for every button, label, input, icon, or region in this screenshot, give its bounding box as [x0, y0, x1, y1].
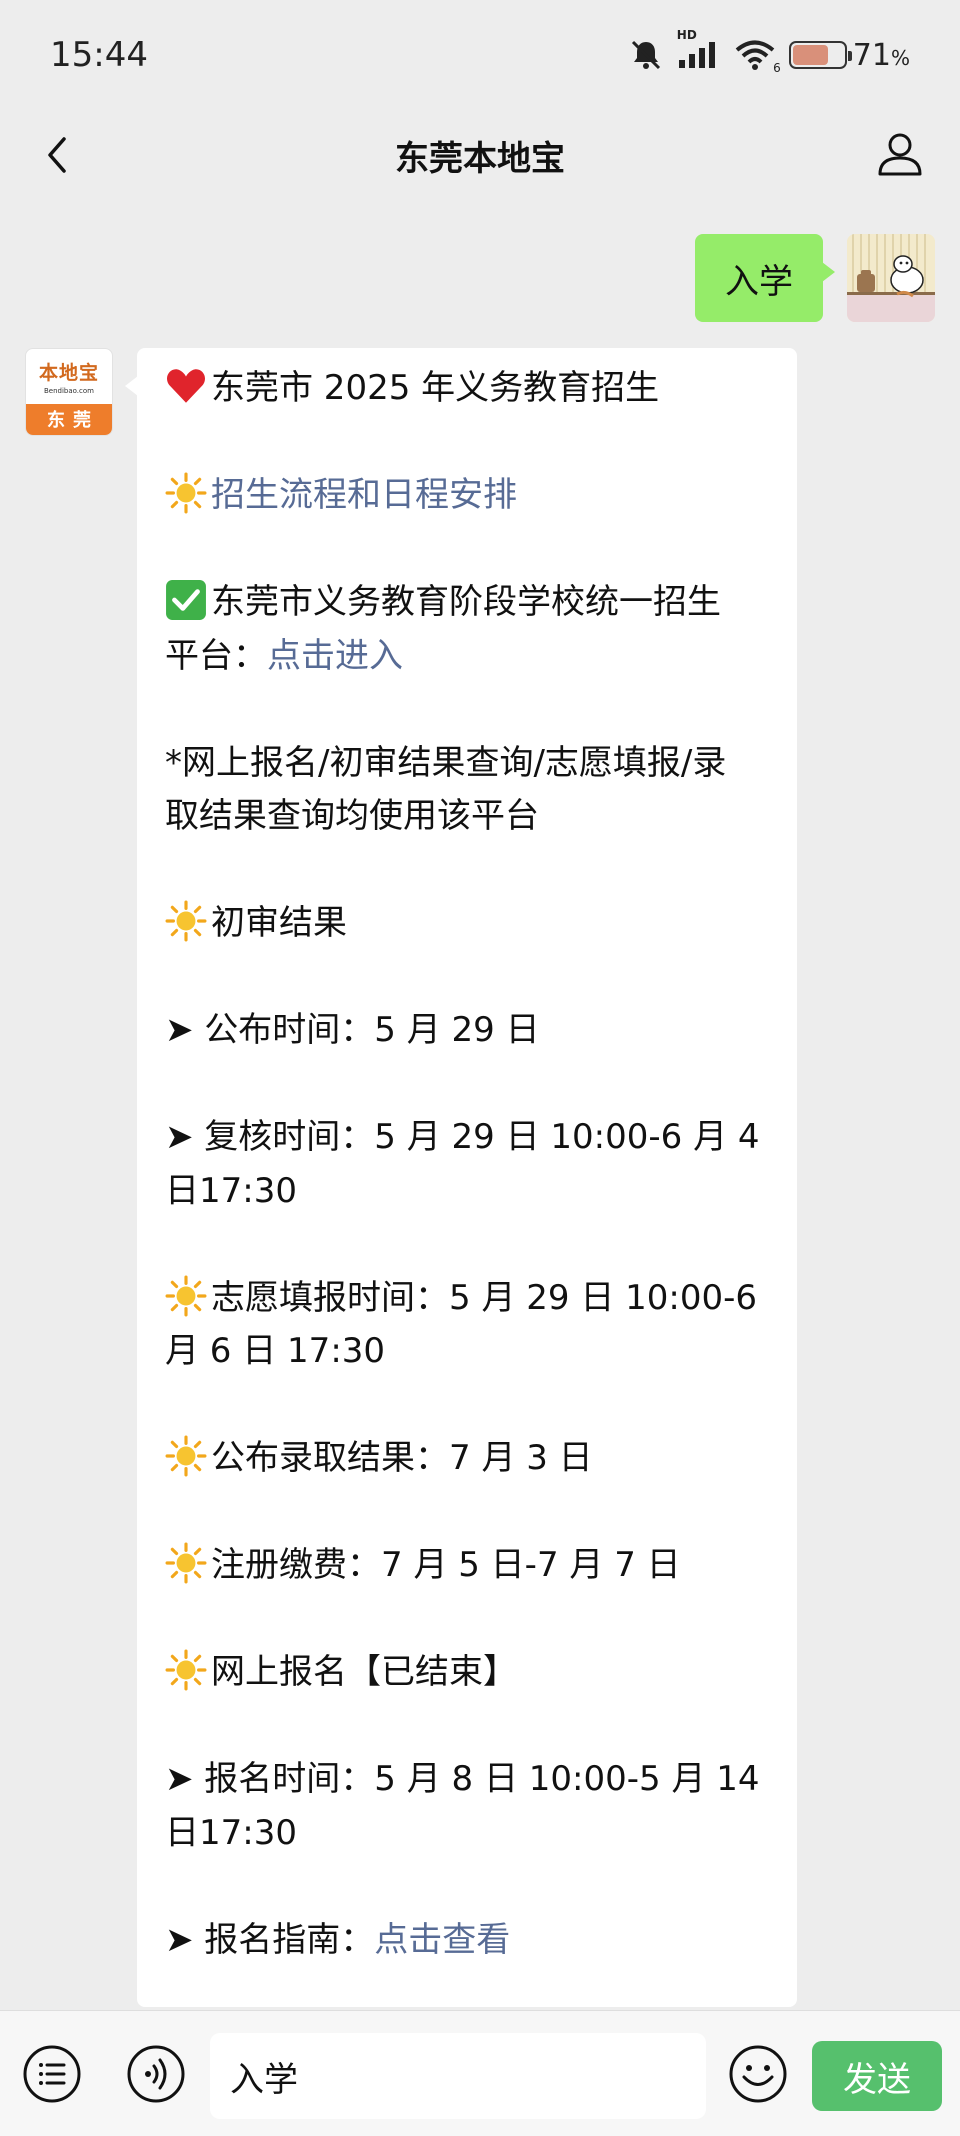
- input-bar: 入学 发送: [0, 2010, 960, 2136]
- registration-fee-line: 注册缴费：7 月 5 日-7 月 7 日: [165, 1539, 771, 1593]
- platform-line-2: 平台：点击进入: [165, 630, 771, 684]
- initial-review: 初审结果: [211, 903, 347, 943]
- profile-button[interactable]: [870, 124, 930, 184]
- platform-prefix: 平台：: [165, 635, 267, 676]
- outgoing-bubble[interactable]: 入学: [695, 234, 835, 322]
- avatar-brand: 本地宝: [38, 361, 99, 384]
- sun-icon: [165, 1275, 207, 1316]
- guide-link[interactable]: 点击查看: [374, 1920, 510, 1960]
- initial-review-line: 初审结果: [165, 897, 771, 951]
- status-time: 15:44: [50, 35, 148, 75]
- incoming-message: 本地宝 Bendibao.com 东莞 东莞市 2025 年义务教育招生 招生流…: [25, 348, 797, 2007]
- platform-text: 东莞市义务教育阶段学校统一招生: [211, 582, 721, 622]
- battery-fill: [792, 45, 829, 65]
- sun-icon: [165, 1649, 207, 1691]
- sun-icon: [165, 1435, 207, 1477]
- status-icons: HD 6 71%: [629, 28, 910, 75]
- result-publish-line: 公布录取结果：7 月 3 日: [165, 1432, 771, 1486]
- online-signup: 网上报名【已结束】: [211, 1652, 517, 1692]
- registration-fee: 注册缴费：7 月 5 日-7 月 7 日: [211, 1545, 681, 1585]
- wish-text: 志愿填报时间：5 月 29 日 10:00-6: [211, 1277, 758, 1318]
- page-title: 东莞本地宝: [395, 138, 565, 179]
- sun-icon: [165, 1542, 207, 1584]
- bell-icon: [631, 40, 660, 70]
- process-line: 招生流程和日程安排: [165, 469, 771, 523]
- heart-icon: [167, 369, 205, 403]
- battery-percent: 71: [852, 37, 891, 73]
- message-input[interactable]: 入学: [210, 2033, 706, 2119]
- process-link[interactable]: 招生流程和日程安排: [211, 475, 517, 515]
- signal-icon: HD: [677, 28, 721, 70]
- menu-list-icon: [23, 2045, 81, 2103]
- emoji-icon: [729, 2045, 787, 2103]
- platform-line-1: 东莞市义务教育阶段学校统一招生: [165, 576, 771, 630]
- guide-line: ➤ 报名指南：点击查看: [165, 1914, 771, 1968]
- chat-area[interactable]: 入学 本地宝 Bendibao.com 东莞 东莞市 2025 年义务教育招生 …: [0, 200, 960, 2010]
- avatar-city: 东莞: [26, 403, 112, 435]
- reply-bubble: 东莞市 2025 年义务教育招生 招生流程和日程安排 东莞市义务教育阶段学校统一…: [125, 348, 797, 2007]
- profile-icon: [878, 133, 922, 176]
- battery-icon: 71%: [788, 37, 910, 73]
- sun-icon: [165, 900, 207, 942]
- wish-line-1: 志愿填报时间：5 月 29 日 10:00-6: [165, 1272, 771, 1326]
- guide-prefix: ➤ 报名指南：: [165, 1919, 375, 1960]
- back-icon: [48, 137, 66, 173]
- signup-time-line-2: 日17:30: [165, 1812, 297, 1853]
- wish-line-2: 月 6 日 17:30: [165, 1331, 386, 1371]
- send-button[interactable]: 发送: [812, 2041, 942, 2111]
- reply-title-line: 东莞市 2025 年义务教育招生: [165, 362, 771, 416]
- status-bar: 15:44 HD 6 71%: [0, 0, 960, 110]
- sun-icon: [165, 472, 207, 514]
- voice-icon: [127, 2045, 185, 2103]
- platform-link[interactable]: 点击进入: [267, 636, 403, 676]
- recheck-line-1: ➤ 复核时间：5 月 29 日 10:00-6 月 4: [165, 1117, 760, 1157]
- voice-button[interactable]: [126, 2044, 186, 2104]
- outgoing-message: 入学: [695, 234, 935, 322]
- back-button[interactable]: [30, 128, 84, 182]
- menu-button[interactable]: [22, 2044, 82, 2104]
- note-line-1: *网上报名/初审结果查询/志愿填报/录: [165, 742, 727, 783]
- note-line-2: 取结果查询均使用该平台: [165, 796, 539, 836]
- reply-title: 东莞市 2025 年义务教育招生: [211, 368, 660, 408]
- nav-bar: 东莞本地宝: [0, 110, 960, 200]
- check-icon: [166, 580, 206, 620]
- emoji-button[interactable]: [728, 2044, 788, 2104]
- recheck-line-2: 日17:30: [165, 1170, 297, 1211]
- wifi-icon: 6: [735, 39, 781, 75]
- online-signup-line: 网上报名【已结束】: [165, 1646, 771, 1700]
- publish-time-line: ➤ 公布时间：5 月 29 日: [165, 1010, 540, 1050]
- avatar-domain: Bendibao.com: [43, 386, 94, 395]
- result-publish: 公布录取结果：7 月 3 日: [211, 1438, 593, 1478]
- signup-time-line-1: ➤ 报名时间：5 月 8 日 10:00-5 月 14: [165, 1759, 760, 1799]
- bendibao-avatar[interactable]: 本地宝 Bendibao.com 东莞: [25, 348, 113, 436]
- user-avatar[interactable]: [847, 234, 935, 322]
